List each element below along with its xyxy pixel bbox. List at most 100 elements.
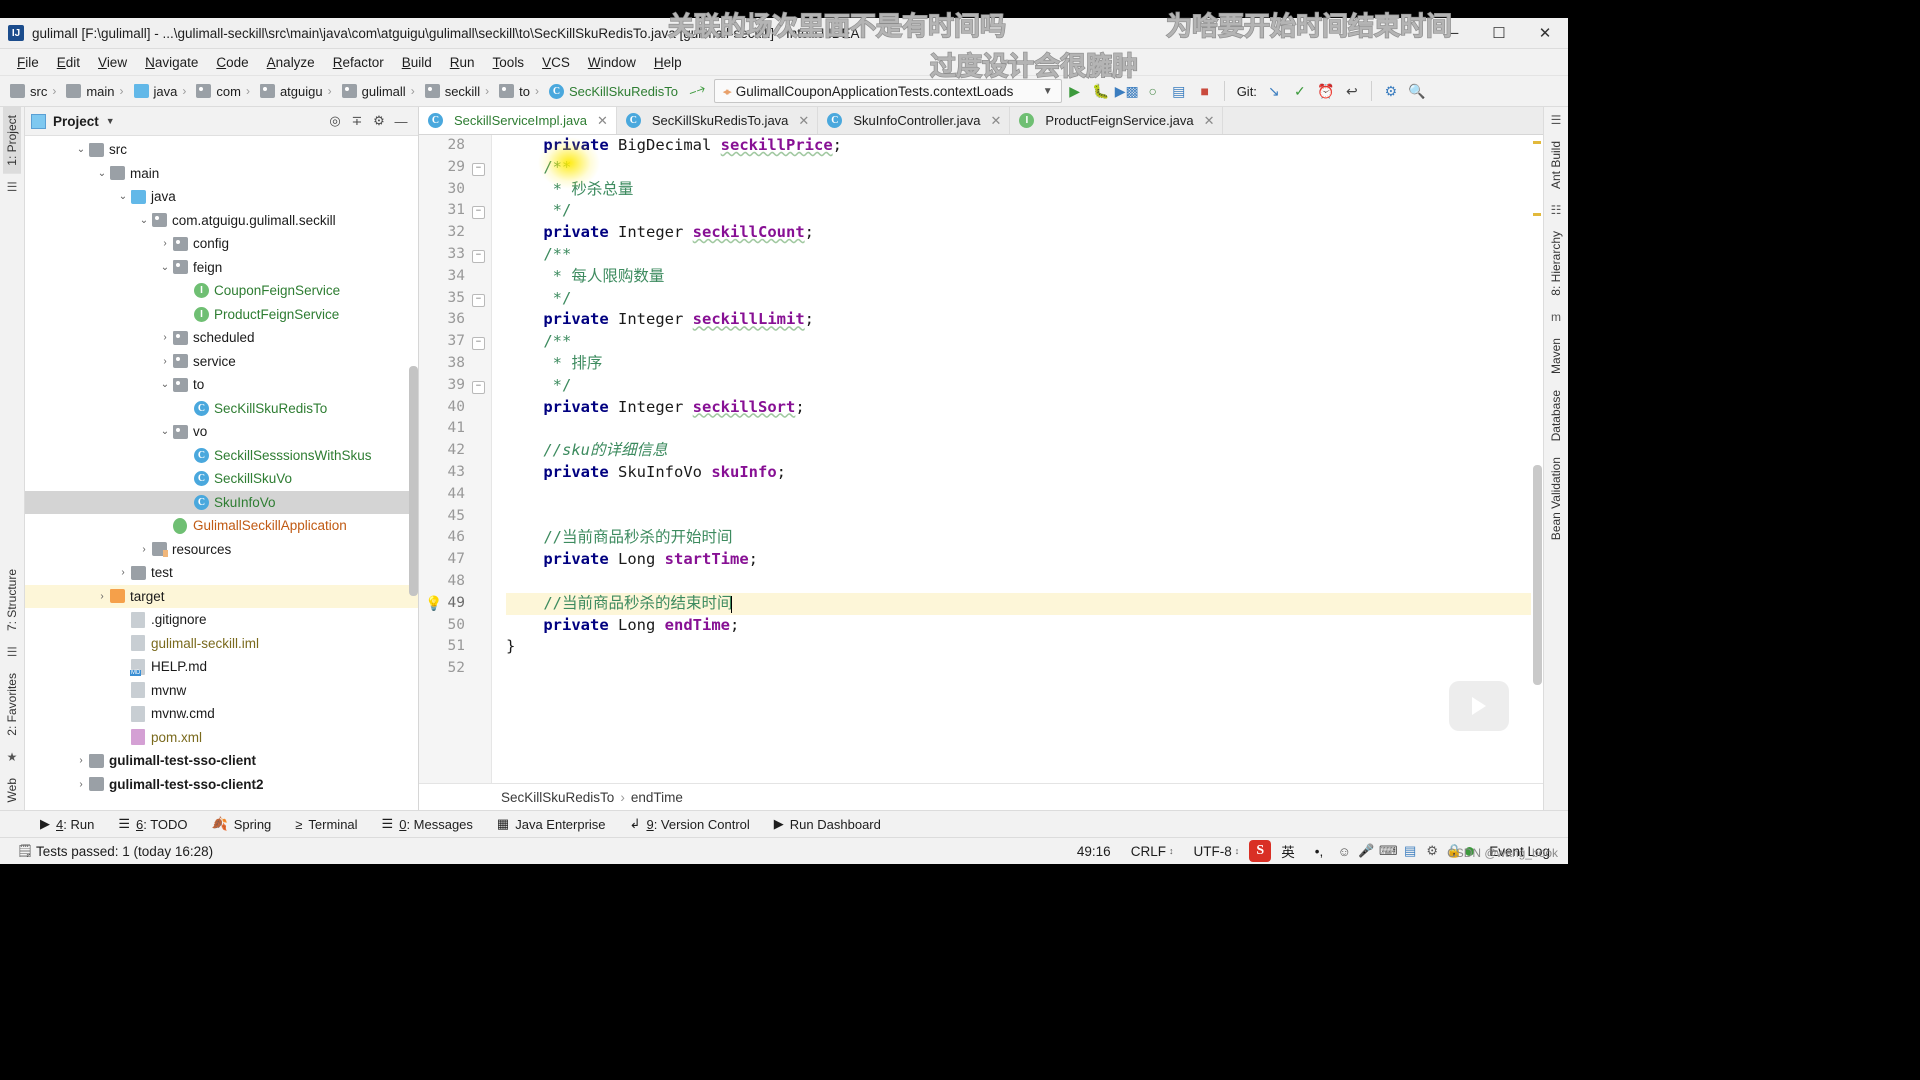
close-tab-icon[interactable]: ✕ bbox=[1204, 113, 1215, 129]
tree-twisty-icon[interactable] bbox=[115, 708, 131, 719]
tree-item--gitignore[interactable]: .gitignore bbox=[25, 608, 418, 632]
search-icon[interactable]: 🔍 bbox=[1404, 79, 1430, 103]
tree-twisty-icon[interactable] bbox=[115, 638, 131, 649]
code-line-38[interactable]: * 排序 bbox=[506, 353, 1543, 375]
intention-bulb-icon[interactable]: 💡 bbox=[425, 596, 442, 612]
code-line-44[interactable] bbox=[506, 484, 1543, 506]
tool-tab-maven[interactable]: Maven bbox=[1547, 330, 1565, 382]
toolbox-icon[interactable]: ▤ bbox=[1399, 840, 1421, 862]
code-line-49[interactable]: //当前商品秒杀的结束时间 bbox=[506, 592, 1543, 615]
tool-tab-structure[interactable]: 7: Structure bbox=[3, 561, 21, 639]
tree-twisty-icon[interactable]: ⌄ bbox=[136, 215, 152, 226]
tree-twisty-icon[interactable]: › bbox=[157, 356, 173, 367]
menu-run[interactable]: Run bbox=[441, 52, 484, 73]
tool-tab-database[interactable]: Database bbox=[1547, 382, 1565, 449]
tree-twisty-icon[interactable] bbox=[178, 285, 194, 296]
close-icon[interactable]: ✕ bbox=[1522, 18, 1568, 48]
tree-twisty-icon[interactable] bbox=[115, 732, 131, 743]
tree-twisty-icon[interactable] bbox=[115, 661, 131, 672]
caret-position[interactable]: 49:16 bbox=[1067, 844, 1121, 859]
fold-toggle-icon[interactable]: − bbox=[472, 337, 485, 351]
history-icon[interactable]: ⏰ bbox=[1313, 79, 1339, 103]
tree-item-scheduled[interactable]: › scheduled bbox=[25, 326, 418, 350]
tree-item-feign[interactable]: ⌄ feign bbox=[25, 256, 418, 280]
tree-item-config[interactable]: › config bbox=[25, 232, 418, 256]
toolwindow-java-enterprise[interactable]: ▦ Java Enterprise bbox=[485, 813, 618, 835]
code-line-31[interactable]: */ bbox=[506, 200, 1543, 222]
code-line-32[interactable]: private Integer seckillCount; bbox=[506, 222, 1543, 244]
warning-marker[interactable] bbox=[1533, 141, 1541, 144]
code-line-51[interactable]: } bbox=[506, 636, 1543, 658]
debug-icon[interactable]: 🐛 bbox=[1088, 79, 1114, 103]
breadcrumb-item-to[interactable]: to › bbox=[495, 82, 545, 101]
code-line-47[interactable]: private Long startTime; bbox=[506, 549, 1543, 571]
ime-punctuation[interactable]: •, bbox=[1305, 844, 1333, 859]
tree-twisty-icon[interactable]: › bbox=[157, 332, 173, 343]
settings-icon[interactable]: ⚙ bbox=[1378, 79, 1404, 103]
tree-item-gulimall-test-sso-client2[interactable]: › gulimall-test-sso-client2 bbox=[25, 773, 418, 797]
tree-item-resources[interactable]: › resources bbox=[25, 538, 418, 562]
tree-item-gulimall-test-sso-client[interactable]: › gulimall-test-sso-client bbox=[25, 749, 418, 773]
maximize-icon[interactable]: ☐ bbox=[1476, 18, 1522, 48]
file-encoding[interactable]: UTF-8 ↕ bbox=[1183, 844, 1249, 859]
tree-item-service[interactable]: › service bbox=[25, 350, 418, 374]
menu-view[interactable]: View bbox=[89, 52, 136, 73]
code-line-39[interactable]: */ bbox=[506, 375, 1543, 397]
ant-build-small-icon[interactable]: ☰ bbox=[1551, 113, 1562, 127]
gear-icon[interactable]: ⚙ bbox=[368, 110, 390, 132]
tool-tab-hierarchy[interactable]: 8: Hierarchy bbox=[1547, 223, 1565, 304]
tree-twisty-icon[interactable] bbox=[115, 614, 131, 625]
menu-build[interactable]: Build bbox=[393, 52, 441, 73]
close-tab-icon[interactable]: ✕ bbox=[597, 113, 608, 129]
tree-item-vo[interactable]: ⌄ vo bbox=[25, 420, 418, 444]
favorites-small-icon[interactable]: ☰ bbox=[7, 645, 18, 659]
code-line-34[interactable]: * 每人限购数量 bbox=[506, 266, 1543, 288]
menu-window[interactable]: Window bbox=[579, 52, 645, 73]
stop-icon[interactable]: ■ bbox=[1192, 79, 1218, 103]
tree-item-test[interactable]: › test bbox=[25, 561, 418, 585]
minimize-icon[interactable]: ─ bbox=[1430, 18, 1476, 48]
breadcrumb-item-atguigu[interactable]: atguigu › bbox=[256, 82, 338, 101]
tree-twisty-icon[interactable]: › bbox=[157, 238, 173, 249]
build-hammer-icon[interactable]: ⤍ bbox=[679, 77, 716, 105]
fold-toggle-icon[interactable]: − bbox=[472, 250, 485, 263]
tree-item-skuinfovo[interactable]: C SkuInfoVo bbox=[25, 490, 418, 514]
toolwindow-spring[interactable]: 🍂 Spring bbox=[200, 813, 284, 835]
tree-twisty-icon[interactable] bbox=[178, 403, 194, 414]
tree-item-seckillskuredisto[interactable]: C SecKillSkuRedisTo bbox=[25, 397, 418, 421]
toolwindow-terminal[interactable]: ≥ Terminal bbox=[283, 814, 369, 835]
tree-item-couponfeignservice[interactable]: I CouponFeignService bbox=[25, 279, 418, 303]
structure-small-icon[interactable]: ☰ bbox=[7, 180, 18, 194]
menu-refactor[interactable]: Refactor bbox=[324, 52, 393, 73]
tree-twisty-icon[interactable]: › bbox=[115, 567, 131, 578]
tree-item-target[interactable]: › target bbox=[25, 584, 418, 608]
menu-vcs[interactable]: VCS bbox=[533, 52, 579, 73]
tree-twisty-icon[interactable] bbox=[178, 309, 194, 320]
tree-twisty-icon[interactable]: › bbox=[73, 755, 89, 766]
commit-icon[interactable]: ✓ bbox=[1287, 79, 1313, 103]
tree-item-seckillskuvo[interactable]: C SeckillSkuVo bbox=[25, 467, 418, 491]
tree-item-to[interactable]: ⌄ to bbox=[25, 373, 418, 397]
notification-icon[interactable]: 🗒 bbox=[14, 840, 36, 862]
collapse-all-icon[interactable]: ∓ bbox=[346, 110, 368, 132]
ime-language[interactable]: 英 bbox=[1271, 841, 1305, 861]
star-icon[interactable]: ★ bbox=[7, 750, 18, 764]
tree-item-com-atguigu-gulimall-seckill[interactable]: ⌄ com.atguigu.gulimall.seckill bbox=[25, 209, 418, 233]
menu-analyze[interactable]: Analyze bbox=[258, 52, 324, 73]
tree-twisty-icon[interactable]: ⌄ bbox=[157, 262, 173, 273]
breadcrumb-item-gulimall[interactable]: gulimall › bbox=[338, 82, 421, 101]
run-icon[interactable]: ▶ bbox=[1062, 79, 1088, 103]
breadcrumb-class[interactable]: SecKillSkuRedisTo bbox=[501, 790, 614, 805]
emoji-icon[interactable]: ☺ bbox=[1333, 840, 1355, 862]
menu-file[interactable]: File bbox=[8, 52, 48, 73]
microphone-icon[interactable]: 🎤 bbox=[1355, 840, 1377, 862]
breadcrumb-item-src[interactable]: src › bbox=[6, 82, 62, 101]
video-play-overlay-icon[interactable] bbox=[1449, 681, 1509, 731]
tool-tab-project[interactable]: 1: Project bbox=[3, 107, 21, 174]
project-tree[interactable]: ⌄ src ⌄ main ⌄ java ⌄ com.atguigu.gulimall.seck… bbox=[25, 136, 418, 810]
editor-tab-productfeignservice-java[interactable]: I ProductFeignService.java ✕ bbox=[1010, 107, 1224, 134]
tree-twisty-icon[interactable]: ⌄ bbox=[157, 426, 173, 437]
tree-twisty-icon[interactable]: ⌄ bbox=[94, 168, 110, 179]
tree-twisty-icon[interactable]: › bbox=[136, 544, 152, 555]
fold-toggle-icon[interactable]: − bbox=[472, 162, 485, 176]
